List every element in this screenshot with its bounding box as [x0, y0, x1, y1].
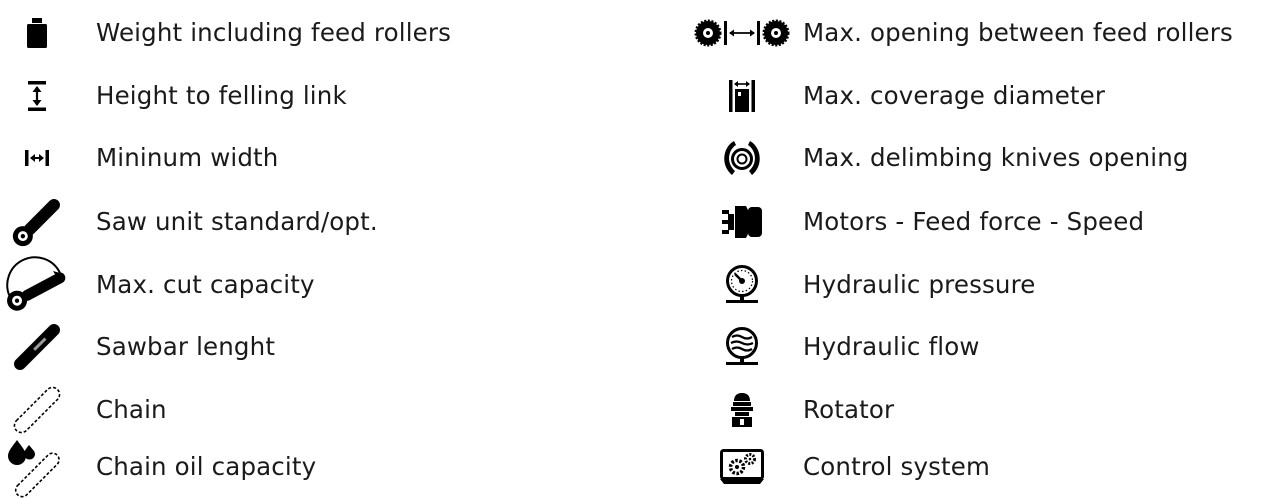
legend-item: Max. cut capacity: [0, 254, 620, 316]
legend-item: Max. coverage diameter: [690, 65, 1261, 127]
pressure-gauge-icon: [690, 254, 794, 316]
legend-label: Hydraulic pressure: [803, 270, 1036, 299]
legend-item: Sawbar lenght: [0, 316, 620, 378]
chain-oil-icon: [0, 436, 74, 498]
legend-label: Chain oil capacity: [96, 452, 317, 481]
legend-item: Chain oil capacity: [0, 436, 620, 498]
legend-label: Max. opening between feed rollers: [803, 18, 1233, 47]
legend-label: Weight including feed rollers: [96, 18, 452, 47]
width-icon: [0, 127, 74, 189]
legend-label: Rotator: [803, 395, 895, 424]
feed-roller-opening-icon: [690, 2, 794, 64]
legend-item: Control system: [690, 436, 1261, 498]
cut-capacity-icon: [0, 254, 74, 316]
legend-item: Hydraulic flow: [690, 316, 1261, 378]
legend-item: Motors - Feed force - Speed: [690, 191, 1261, 253]
legend-item: Hydraulic pressure: [690, 254, 1261, 316]
legend-label: Max. coverage diameter: [803, 81, 1106, 110]
coverage-diameter-icon: [690, 65, 794, 127]
legend-label: Motors - Feed force - Speed: [803, 207, 1145, 236]
chain-icon: [0, 379, 74, 441]
legend-label: Saw unit standard/opt.: [96, 207, 378, 236]
hydraulic-flow-icon: [690, 316, 794, 378]
motor-icon: [690, 191, 794, 253]
height-icon: [0, 65, 74, 127]
legend-item: Mininum width: [0, 127, 620, 189]
legend-label: Chain: [96, 395, 167, 424]
control-system-icon: [690, 436, 794, 498]
legend-label: Mininum width: [96, 143, 279, 172]
specification-legend: Weight including feed rollers Height to …: [0, 0, 1261, 498]
weight-icon: [0, 2, 74, 64]
delimbing-knives-icon: [690, 127, 794, 189]
legend-label: Height to felling link: [96, 81, 347, 110]
legend-label: Sawbar lenght: [96, 332, 276, 361]
legend-item: Height to felling link: [0, 65, 620, 127]
legend-label: Max. delimbing knives opening: [803, 143, 1189, 172]
legend-item: Max. opening between feed rollers: [690, 2, 1261, 64]
rotator-icon: [690, 379, 794, 441]
legend-item: Rotator: [690, 379, 1261, 441]
legend-label: Control system: [803, 452, 991, 481]
legend-item: Max. delimbing knives opening: [690, 127, 1261, 189]
legend-item: Chain: [0, 379, 620, 441]
legend-item: Saw unit standard/opt.: [0, 191, 620, 253]
saw-unit-icon: [0, 191, 74, 253]
legend-label: Hydraulic flow: [803, 332, 980, 361]
legend-label: Max. cut capacity: [96, 270, 315, 299]
sawbar-icon: [0, 316, 74, 378]
legend-item: Weight including feed rollers: [0, 2, 620, 64]
